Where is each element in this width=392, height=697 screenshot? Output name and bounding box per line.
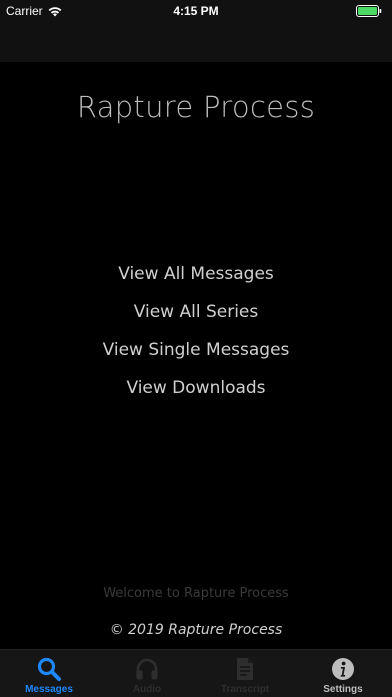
headphones-icon <box>136 658 158 680</box>
tab-transcript[interactable]: Transcript <box>196 650 294 697</box>
tab-bar: Messages Audio Transcript Settings <box>0 649 392 697</box>
status-bar: Carrier 4:15 PM <box>0 0 392 22</box>
tab-settings[interactable]: Settings <box>294 650 392 697</box>
main-content: Rapture Process View All Messages View A… <box>0 62 392 649</box>
tab-settings-label: Settings <box>323 684 363 695</box>
view-all-messages-link[interactable]: View All Messages <box>118 255 274 293</box>
main-menu: View All Messages View All Series View S… <box>0 255 392 407</box>
view-single-messages-link[interactable]: View Single Messages <box>103 331 290 369</box>
navigation-bar <box>0 22 392 62</box>
view-all-series-link[interactable]: View All Series <box>134 293 259 331</box>
tab-messages-label: Messages <box>25 684 73 695</box>
tab-audio-label: Audio <box>132 684 162 695</box>
info-icon <box>332 658 354 680</box>
search-icon <box>37 657 61 681</box>
tab-messages[interactable]: Messages <box>0 650 98 697</box>
copyright-text: © 2019 Rapture Process <box>109 622 283 638</box>
tab-audio[interactable]: Audio <box>98 650 196 697</box>
tab-transcript-label: Transcript <box>220 684 270 695</box>
battery-icon <box>356 5 382 20</box>
page-title: Rapture Process <box>76 90 316 124</box>
welcome-text: Welcome to Rapture Process <box>103 586 289 601</box>
status-time: 4:15 PM <box>173 4 219 18</box>
document-icon <box>237 658 253 680</box>
view-downloads-link[interactable]: View Downloads <box>126 369 265 407</box>
